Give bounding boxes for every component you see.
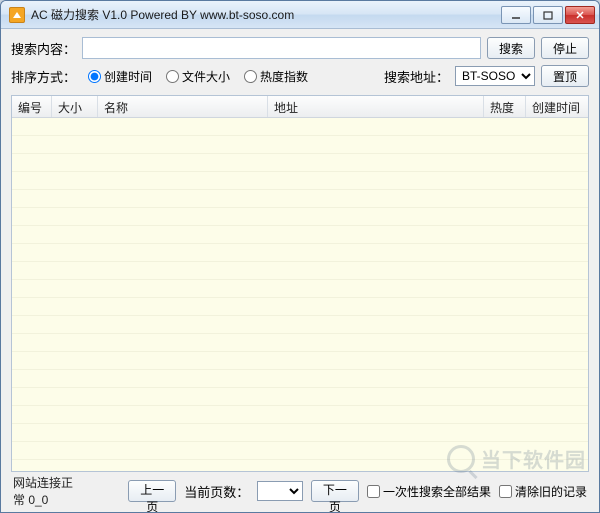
- address-select[interactable]: BT-SOSO: [455, 66, 535, 86]
- app-window: AC 磁力搜索 V1.0 Powered BY www.bt-soso.com …: [0, 0, 600, 513]
- table-row: [12, 208, 588, 226]
- col-size[interactable]: 大小: [52, 96, 98, 117]
- table-row: [12, 370, 588, 388]
- table-row: [12, 154, 588, 172]
- table-header: 编号 大小 名称 地址 热度 创建时间: [12, 96, 588, 118]
- table-row: [12, 334, 588, 352]
- table-row: [12, 244, 588, 262]
- table-row: [12, 352, 588, 370]
- maximize-button[interactable]: [533, 6, 563, 24]
- minimize-button[interactable]: [501, 6, 531, 24]
- col-name[interactable]: 名称: [98, 96, 268, 117]
- show-all-checkbox[interactable]: 一次性搜索全部结果: [367, 483, 491, 500]
- results-table: 编号 大小 名称 地址 热度 创建时间: [11, 95, 589, 472]
- table-row: [12, 298, 588, 316]
- table-row: [12, 190, 588, 208]
- page-label: 当前页数：: [184, 482, 249, 501]
- prev-page-button[interactable]: 上一页: [128, 480, 176, 502]
- table-row: [12, 118, 588, 136]
- search-label: 搜索内容：: [11, 39, 76, 58]
- radio-file-size[interactable]: 文件大小: [166, 68, 230, 85]
- table-row: [12, 316, 588, 334]
- table-row: [12, 262, 588, 280]
- pin-top-button[interactable]: 置顶: [541, 65, 589, 87]
- table-row: [12, 460, 588, 471]
- titlebar[interactable]: AC 磁力搜索 V1.0 Powered BY www.bt-soso.com: [1, 1, 599, 29]
- address-label: 搜索地址：: [384, 67, 449, 86]
- table-row: [12, 442, 588, 460]
- stop-button[interactable]: 停止: [541, 37, 589, 59]
- status-text: 网站连接正常 0_0: [13, 474, 82, 508]
- table-row: [12, 406, 588, 424]
- radio-create-time[interactable]: 创建时间: [88, 68, 152, 85]
- col-index[interactable]: 编号: [12, 96, 52, 117]
- radio-heat-index[interactable]: 热度指数: [244, 68, 308, 85]
- table-row: [12, 136, 588, 154]
- sort-label: 排序方式：: [11, 67, 76, 86]
- table-row: [12, 172, 588, 190]
- app-icon: [9, 7, 25, 23]
- sort-radios: 创建时间 文件大小 热度指数: [88, 68, 308, 85]
- search-input[interactable]: [82, 37, 481, 59]
- table-row: [12, 280, 588, 298]
- col-create-time[interactable]: 创建时间: [526, 96, 588, 117]
- table-row: [12, 226, 588, 244]
- client-area: 搜索内容： 搜索 停止 排序方式： 创建时间 文件大小 热度指数 搜索地址： B…: [1, 29, 599, 512]
- clear-old-checkbox[interactable]: 清除旧的记录: [499, 483, 587, 500]
- table-row: [12, 424, 588, 442]
- next-page-button[interactable]: 下一页: [311, 480, 359, 502]
- close-button[interactable]: [565, 6, 595, 24]
- footer: 网站连接正常 0_0 上一页 当前页数： 下一页 一次性搜索全部结果 清除旧的记…: [11, 478, 589, 504]
- col-url[interactable]: 地址: [268, 96, 484, 117]
- table-row: [12, 388, 588, 406]
- col-heat[interactable]: 热度: [484, 96, 526, 117]
- table-body[interactable]: [12, 118, 588, 471]
- page-select[interactable]: [257, 481, 303, 501]
- window-title: AC 磁力搜索 V1.0 Powered BY www.bt-soso.com: [31, 6, 499, 23]
- search-button[interactable]: 搜索: [487, 37, 535, 59]
